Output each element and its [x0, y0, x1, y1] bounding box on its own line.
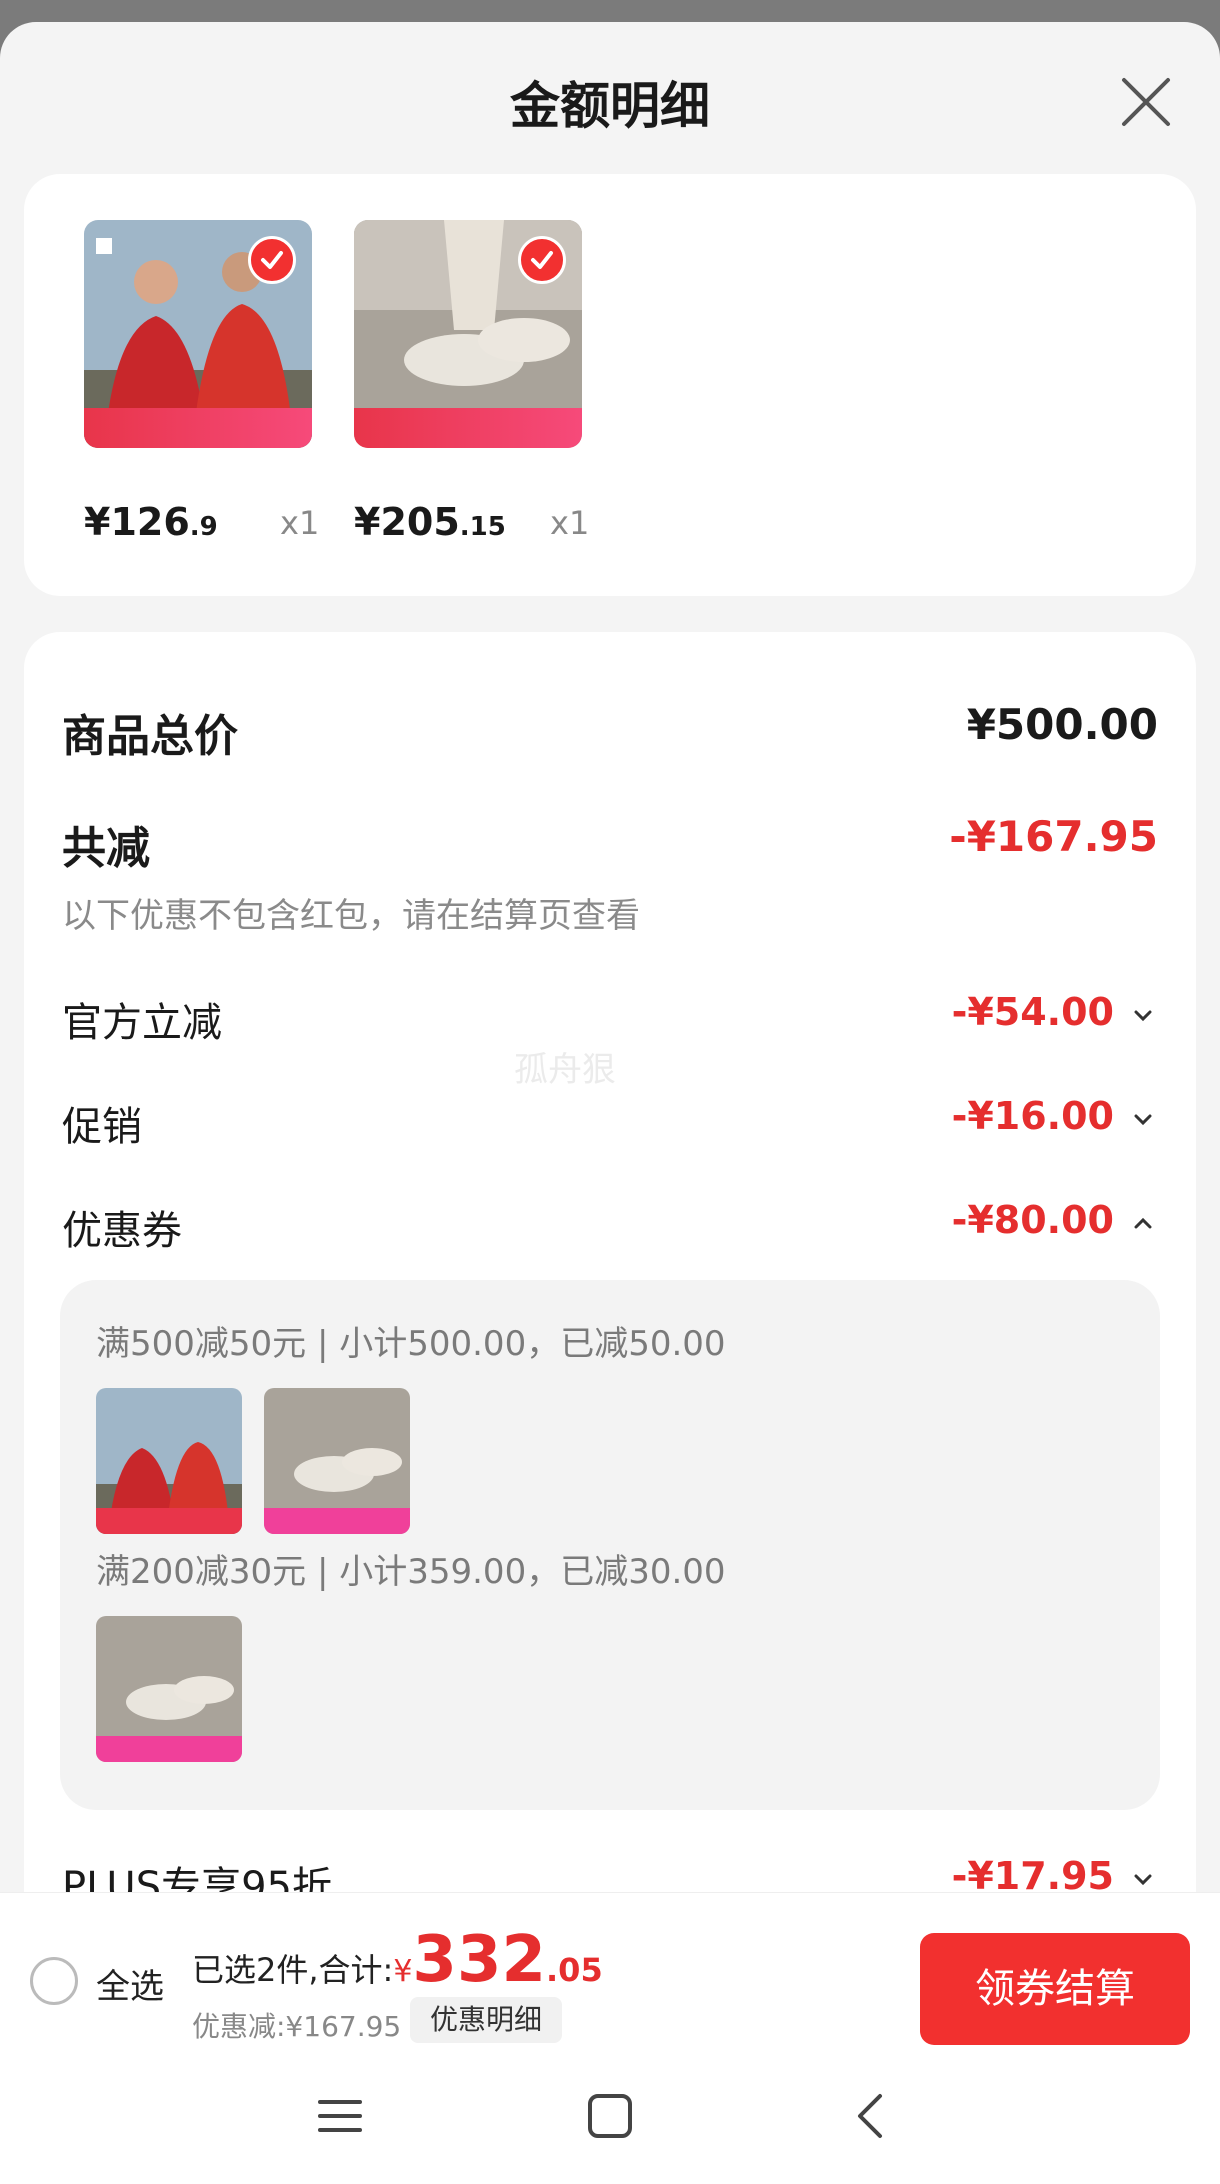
close-icon	[1122, 78, 1170, 126]
chevron-down-icon[interactable]	[1128, 1104, 1158, 1134]
products-card: ¥126.9 x1 ¥205.15 x1	[24, 174, 1196, 596]
watermark: 孤舟狠	[514, 1050, 616, 1090]
home-square-icon	[588, 2094, 632, 2138]
product-image-2	[354, 220, 582, 448]
row-official-discount[interactable]: 官方立减 -¥54.00	[62, 990, 1158, 1048]
sheet-title: 金额明细	[510, 77, 710, 135]
product-price-1: ¥126.9	[84, 500, 218, 544]
selected-check-badge	[248, 236, 296, 284]
product-qty-2: x1	[550, 504, 590, 542]
product-image-1	[84, 220, 312, 448]
coupon-product-thumb	[264, 1388, 410, 1534]
back-button[interactable]	[842, 2086, 902, 2146]
select-all-label[interactable]: 全选	[96, 1959, 164, 2008]
coupon-product-thumb	[96, 1616, 242, 1762]
official-discount-value: -¥54.00	[951, 990, 1114, 1034]
chevron-down-icon[interactable]	[1128, 1864, 1158, 1894]
check-icon	[261, 251, 283, 269]
chevron-up-icon[interactable]	[1128, 1208, 1158, 1238]
select-all-radio[interactable]	[30, 1957, 78, 2005]
amount-detail-sheet: 金额明细 ¥126.9 x1 ¥205.15 x1 商品总价 ¥500.00 共…	[0, 22, 1220, 2184]
coupon-detail-box: 满500减50元 | 小计500.00，已减50.00 满200减30元 | 小…	[60, 1280, 1160, 1810]
menu-icon	[318, 2100, 362, 2132]
promotion-value: -¥16.00	[951, 1094, 1114, 1138]
checkout-bar: 全选 已选2件,合计:¥332.05 优惠减:¥167.95 优惠明细 领券结算	[0, 1892, 1220, 2068]
home-button[interactable]	[580, 2086, 640, 2146]
checkout-button[interactable]: 领券结算	[920, 1933, 1190, 2045]
total-summary: 已选2件,合计:¥332.05	[192, 1923, 603, 1997]
check-icon	[531, 251, 553, 269]
total-reduce-value: -¥167.95	[949, 812, 1158, 861]
row-promotion[interactable]: 促销 -¥16.00	[62, 1094, 1158, 1152]
discount-hint: 以下优惠不包含红包，请在结算页查看	[62, 896, 640, 936]
coupon-line-2: 满200减30元 | 小计359.00，已减30.00	[96, 1552, 726, 1592]
coupon-value: -¥80.00	[951, 1198, 1114, 1242]
price-detail-card: 商品总价 ¥500.00 共减 -¥167.95 以下优惠不包含红包，请在结算页…	[24, 632, 1196, 1952]
discount-summary: 优惠减:¥167.95	[192, 2010, 402, 2043]
selected-check-badge	[518, 236, 566, 284]
product-qty-1: x1	[280, 504, 320, 542]
menu-button[interactable]	[310, 2086, 370, 2146]
total-price-value: ¥500.00	[966, 700, 1158, 749]
coupon-product-thumb	[96, 1388, 242, 1534]
sheet-header: 金额明细	[0, 22, 1220, 172]
product-item-1[interactable]: ¥126.9 x1	[84, 220, 319, 544]
currency-symbol: ¥	[393, 1954, 413, 1989]
chevron-down-icon[interactable]	[1128, 1000, 1158, 1030]
total-integer: 332	[412, 1923, 547, 1997]
system-nav-bar	[0, 2046, 1220, 2184]
discount-detail-button[interactable]: 优惠明细	[410, 1997, 563, 2043]
row-total-price: 商品总价 ¥500.00	[62, 700, 1158, 764]
close-button[interactable]	[1116, 72, 1176, 132]
product-image-banner	[84, 408, 312, 448]
row-coupon[interactable]: 优惠券 -¥80.00	[62, 1198, 1158, 1256]
product-image-banner	[354, 408, 582, 448]
product-item-2[interactable]: ¥205.15 x1	[354, 220, 589, 544]
back-icon	[858, 2094, 882, 2138]
total-decimal: .05	[546, 1951, 603, 1989]
coupon-line-1: 满500减50元 | 小计500.00，已减50.00	[96, 1324, 726, 1364]
row-total-reduce: 共减 -¥167.95	[62, 812, 1158, 876]
selected-count-text: 已选2件,合计:	[192, 1951, 394, 1989]
product-price-2: ¥205.15	[354, 500, 506, 544]
